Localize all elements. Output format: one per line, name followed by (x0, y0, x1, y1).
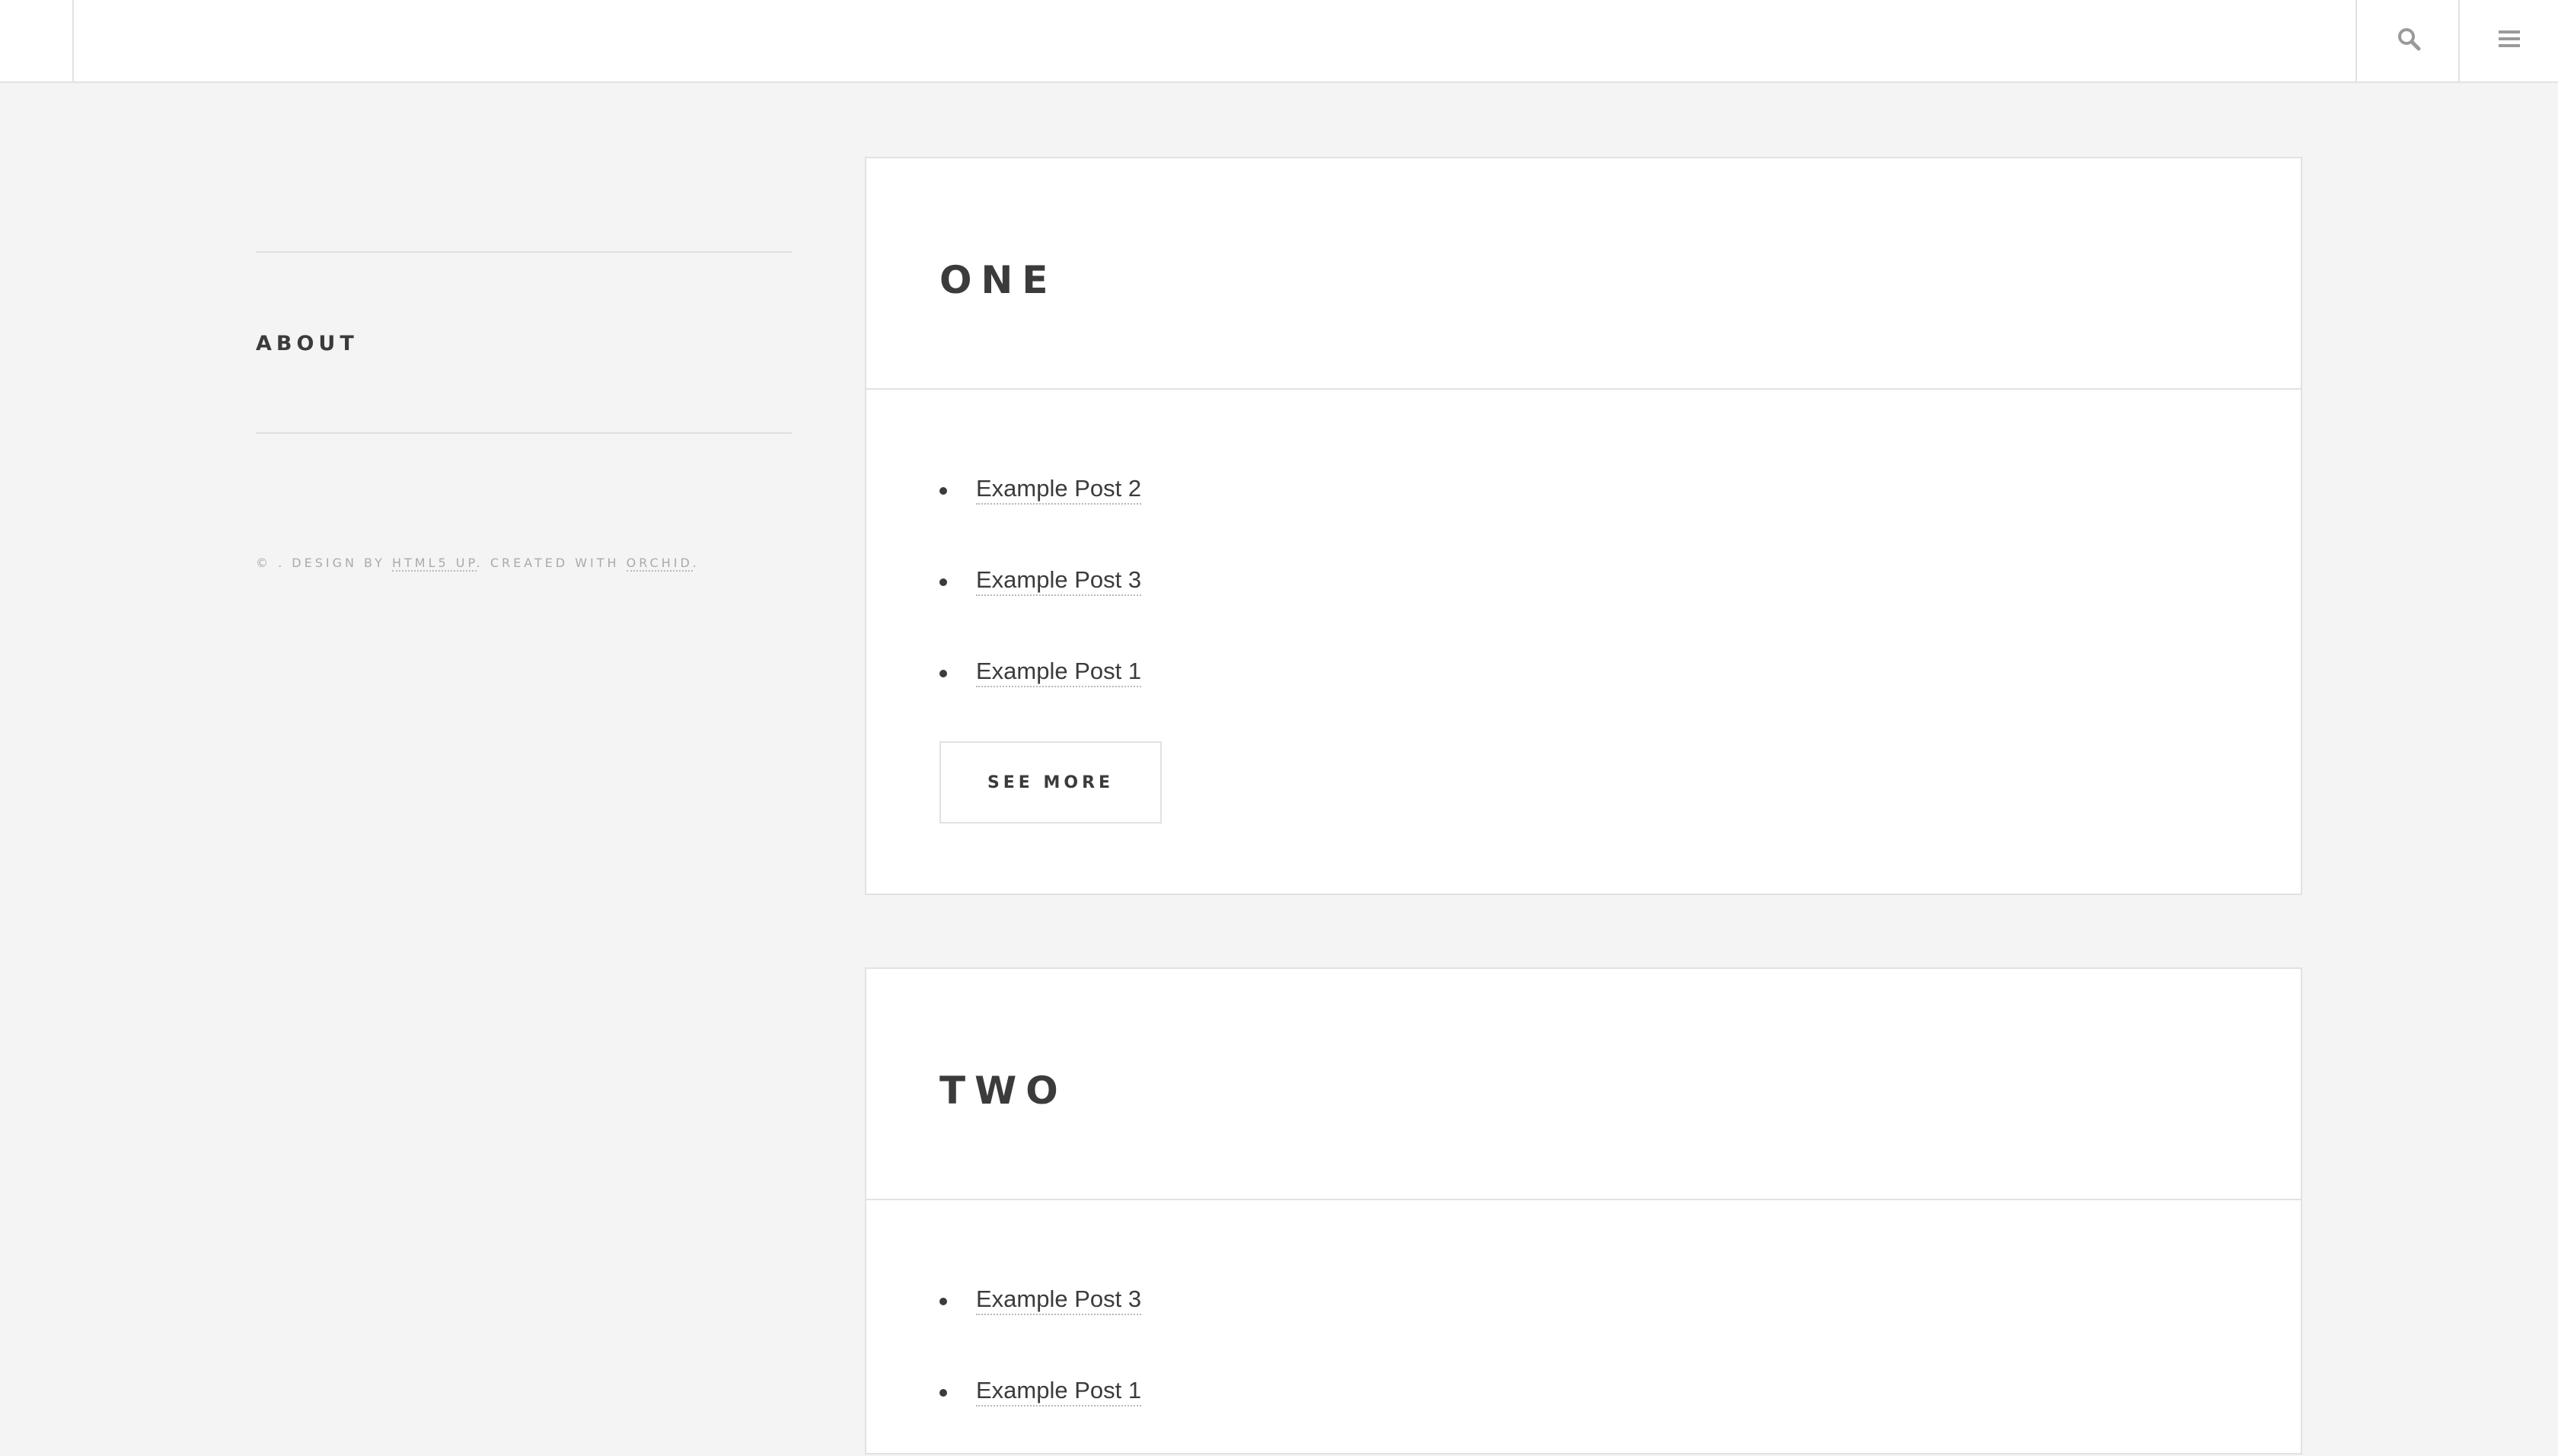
copyright-prefix: © . DESIGN BY (256, 556, 392, 570)
bullet-icon (939, 487, 947, 495)
header-brand-slot (0, 0, 74, 81)
bullet-icon (939, 1389, 947, 1397)
bullet-icon (939, 1298, 947, 1305)
top-header (0, 0, 2558, 83)
bullet-icon (939, 670, 947, 677)
sidebar-divider-bottom (256, 432, 792, 434)
html5up-link[interactable]: HTML5 UP (391, 556, 477, 572)
menu-button[interactable] (2458, 0, 2558, 81)
section-title: ONE (939, 258, 1057, 302)
copyright-suffix: . (692, 556, 700, 570)
section-card-two: TWO Example Post 3 Example Post 1 (865, 967, 2302, 1454)
about-heading: ABOUT (256, 332, 359, 355)
section-card-one: ONE Example Post 2 Example Post 3 Exampl… (865, 157, 2302, 895)
copyright-text: © . DESIGN BY HTML5 UP. CREATED WITH ORC… (256, 554, 792, 572)
see-more-button[interactable]: SEE MORE (939, 741, 1162, 824)
section-header: ONE (866, 158, 2301, 390)
orchid-link[interactable]: ORCHID (626, 556, 693, 572)
search-icon (2397, 27, 2421, 55)
post-link[interactable]: Example Post 3 (976, 566, 1142, 596)
menu-icon (2498, 30, 2520, 52)
copyright-middle: . CREATED WITH (476, 556, 627, 570)
sidebar: ABOUT © . DESIGN BY HTML5 UP. CREATED WI… (256, 251, 792, 585)
section-header: TWO (866, 969, 2301, 1200)
bullet-icon (939, 578, 947, 586)
post-link[interactable]: Example Post 1 (976, 1376, 1142, 1407)
post-link[interactable]: Example Post 1 (976, 657, 1142, 687)
search-button[interactable] (2355, 0, 2460, 81)
post-link[interactable]: Example Post 3 (976, 1285, 1142, 1315)
post-link[interactable]: Example Post 2 (976, 474, 1142, 505)
section-title: TWO (939, 1069, 1067, 1113)
